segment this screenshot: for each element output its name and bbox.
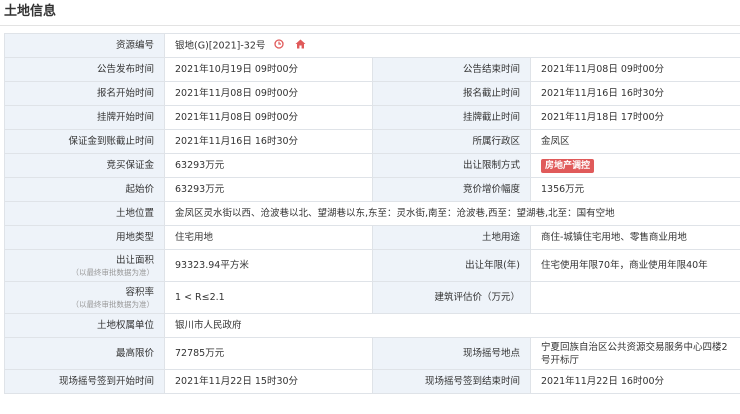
home-icon[interactable]	[295, 39, 306, 53]
field-value: 住宅使用年限70年，商业使用年限40年	[530, 249, 740, 282]
field-label: 建筑评估价（万元）	[372, 281, 531, 314]
field-value: 1 < R≤2.1	[164, 281, 373, 314]
field-label: 土地位置	[4, 201, 165, 226]
field-value: 2021年11月08日 09时00分	[164, 105, 373, 130]
field-label: 出让面积	[115, 254, 154, 266]
field-label: 公告发布时间	[4, 57, 165, 82]
field-value: 2021年11月16日 16时30分	[530, 81, 740, 106]
table-row: 现场摇号签到开始时间 2021年11月22日 15时30分 现场摇号签到结束时间…	[4, 369, 740, 394]
table-row: 用地类型 住宅用地 土地用途 商住-城镇住宅用地、零售商业用地	[4, 225, 740, 250]
table-row: 公告发布时间 2021年10月19日 09时00分 公告结束时间 2021年11…	[4, 57, 740, 82]
field-label: 现场摇号地点	[372, 337, 531, 370]
table-row: 保证金到账截止时间 2021年11月16日 16时30分 所属行政区 金凤区	[4, 129, 740, 154]
field-label: 资源编号	[4, 33, 165, 58]
field-value: 2021年11月08日 09时00分	[530, 57, 740, 82]
field-value: 住宅用地	[164, 225, 373, 250]
field-label: 挂牌开始时间	[4, 105, 165, 130]
field-value: 2021年10月19日 09时00分	[164, 57, 373, 82]
field-label-with-note: 容积率 （以最终审批数据为准）	[4, 281, 165, 314]
table-row: 最高限价 72785万元 现场摇号地点 宁夏回族自治区公共资源交易服务中心四楼2…	[4, 337, 740, 370]
field-label: 挂牌截止时间	[372, 105, 531, 130]
field-label: 公告结束时间	[372, 57, 531, 82]
field-label: 所属行政区	[372, 129, 531, 154]
table-row: 土地位置 金凤区灵水街以西、沧波巷以北、望湖巷以东,东至：灵水街,南至：沧波巷,…	[4, 201, 740, 226]
field-label: 出让年限(年)	[372, 249, 531, 282]
resource-number-cell: 银地(G)[2021]-32号	[164, 33, 740, 58]
field-value: 银川市人民政府	[164, 313, 740, 338]
field-value: 2021年11月22日 16时00分	[530, 369, 740, 394]
field-label: 报名开始时间	[4, 81, 165, 106]
land-location: 金凤区灵水街以西、沧波巷以北、望湖巷以东,东至：灵水街,南至：沧波巷,西至：望湖…	[164, 201, 740, 226]
field-label: 保证金到账截止时间	[4, 129, 165, 154]
table-row: 报名开始时间 2021年11月08日 09时00分 报名截止时间 2021年11…	[4, 81, 740, 106]
table-row: 土地权属单位 银川市人民政府	[4, 313, 740, 338]
field-value: 72785万元	[164, 337, 373, 370]
table-row: 资源编号 银地(G)[2021]-32号	[4, 33, 740, 58]
table-row: 容积率 （以最终审批数据为准） 1 < R≤2.1 建筑评估价（万元）	[4, 281, 740, 314]
field-label: 现场摇号签到开始时间	[4, 369, 165, 394]
field-value: 2021年11月18日 17时00分	[530, 105, 740, 130]
field-label: 竞买保证金	[4, 153, 165, 178]
field-label: 容积率	[125, 286, 154, 298]
clock-icon[interactable]	[274, 38, 285, 53]
table-row: 竞买保证金 63293万元 出让限制方式 房地产调控	[4, 153, 740, 178]
resource-number: 银地(G)[2021]-32号	[175, 40, 266, 51]
land-info-table: 资源编号 银地(G)[2021]-32号 公告发布时间 2021年10月19日 …	[4, 33, 740, 394]
field-label: 现场摇号签到结束时间	[372, 369, 531, 394]
field-label: 最高限价	[4, 337, 165, 370]
field-value: 2021年11月08日 09时00分	[164, 81, 373, 106]
field-value: 金凤区	[530, 129, 740, 154]
table-row: 挂牌开始时间 2021年11月08日 09时00分 挂牌截止时间 2021年11…	[4, 105, 740, 130]
field-label: 土地用途	[372, 225, 531, 250]
field-value: 宁夏回族自治区公共资源交易服务中心四楼2号开标厅	[530, 337, 740, 370]
table-row: 起始价 63293万元 竞价增价幅度 1356万元	[4, 177, 740, 202]
table-row: 出让面积 （以最终审批数据为准） 93323.94平方米 出让年限(年) 住宅使…	[4, 249, 740, 282]
restriction-cell: 房地产调控	[530, 153, 740, 178]
field-value: 63293万元	[164, 177, 373, 202]
field-label: 用地类型	[4, 225, 165, 250]
field-value	[530, 281, 740, 314]
field-note: （以最终审批数据为准）	[71, 267, 155, 277]
field-label-with-note: 出让面积 （以最终审批数据为准）	[4, 249, 165, 282]
field-value: 1356万元	[530, 177, 740, 202]
field-label: 起始价	[4, 177, 165, 202]
field-label: 土地权属单位	[4, 313, 165, 338]
field-label: 竞价增价幅度	[372, 177, 531, 202]
field-value: 2021年11月22日 15时30分	[164, 369, 373, 394]
field-value: 商住-城镇住宅用地、零售商业用地	[530, 225, 740, 250]
field-value: 2021年11月16日 16时30分	[164, 129, 373, 154]
field-value: 93323.94平方米	[164, 249, 373, 282]
title-divider	[0, 25, 740, 26]
field-value: 63293万元	[164, 153, 373, 178]
page-title: 土地信息	[4, 4, 57, 19]
field-label: 报名截止时间	[372, 81, 531, 106]
field-note: （以最终审批数据为准）	[71, 299, 155, 309]
field-label: 出让限制方式	[372, 153, 531, 178]
restriction-badge: 房地产调控	[541, 158, 595, 173]
